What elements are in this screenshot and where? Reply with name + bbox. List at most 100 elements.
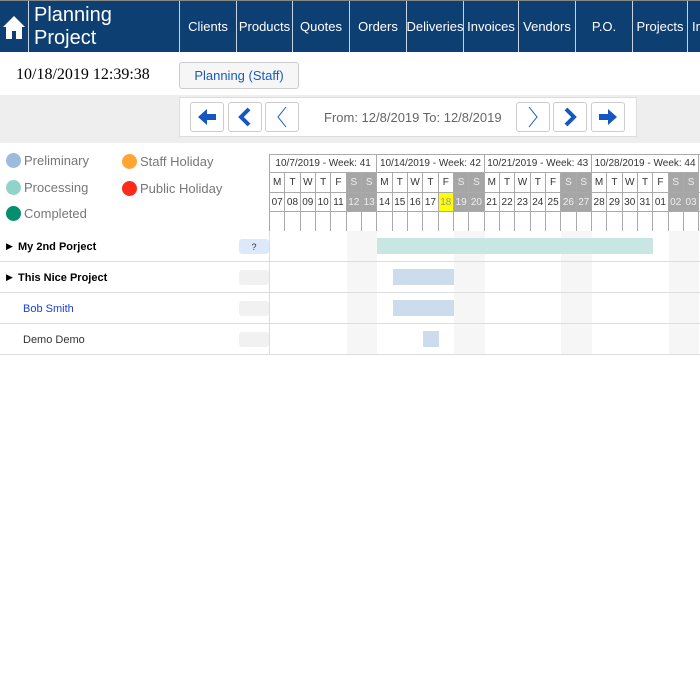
date-cell: 11 xyxy=(331,193,347,212)
date-cell: 24 xyxy=(530,193,546,212)
date-cell: 13 xyxy=(361,193,378,212)
row-label[interactable]: This Nice Project xyxy=(18,262,107,293)
date-range: From: 12/8/2019 To: 12/8/2019 xyxy=(324,110,502,125)
back-week-button[interactable] xyxy=(228,102,262,132)
date-cell: 01 xyxy=(653,193,669,212)
expand-triangle-icon[interactable]: ▶ xyxy=(6,262,13,293)
day-letter: S xyxy=(346,173,362,193)
planning-row: Bob Smith xyxy=(0,293,700,324)
back-day-button[interactable] xyxy=(265,102,299,132)
top-nav: Planning Project Clients Products Quotes Or… xyxy=(0,0,700,52)
date-cell: 30 xyxy=(622,193,638,212)
date-cell: 27 xyxy=(576,193,592,212)
today-date: 18 xyxy=(438,193,454,212)
day-letter: T xyxy=(637,173,654,193)
blank-cell xyxy=(531,212,546,231)
blank-cell xyxy=(347,212,362,231)
day-letter: S xyxy=(361,173,378,193)
nav-orders[interactable]: Orders xyxy=(349,1,406,52)
week-header: 10/14/2019 - Week: 42 xyxy=(377,155,485,173)
planning-row: Demo Demo xyxy=(0,324,700,355)
row-tag[interactable] xyxy=(239,301,269,316)
row-tag[interactable]: ? xyxy=(239,239,269,254)
date-cell: 21 xyxy=(484,193,500,212)
blank-cell xyxy=(515,212,531,231)
date-cell: 22 xyxy=(499,193,516,212)
blank-cell xyxy=(377,212,393,231)
date-navigator: From: 12/8/2019 To: 12/8/2019 xyxy=(179,97,637,137)
legend-item: Completed xyxy=(6,206,87,221)
expand-triangle-icon[interactable]: ▶ xyxy=(6,231,13,262)
clock: 10/18/2019 12:39:38 xyxy=(16,66,150,83)
row-label[interactable]: Bob Smith xyxy=(6,293,74,324)
day-letter: S xyxy=(453,173,470,193)
nav-quotes[interactable]: Quotes xyxy=(292,1,349,52)
legend-dot xyxy=(6,206,21,221)
nav-projects[interactable]: Projects xyxy=(632,1,687,52)
row-label[interactable]: Demo Demo xyxy=(6,324,85,355)
row-tag[interactable] xyxy=(239,332,269,347)
back-far-button[interactable] xyxy=(190,102,224,132)
date-cell: 26 xyxy=(561,193,577,212)
blank-cell xyxy=(408,212,424,231)
day-letter: M xyxy=(591,173,608,193)
planning-staff-button[interactable]: Planning (Staff) xyxy=(179,62,299,89)
date-cell: 29 xyxy=(607,193,623,212)
blank-cell xyxy=(500,212,516,231)
date-cell: 14 xyxy=(377,193,393,212)
planning-row: ▶ This Nice Project xyxy=(0,262,700,293)
legend-dot xyxy=(6,153,21,168)
nav-clients[interactable]: Clients xyxy=(179,1,236,52)
blank-cell xyxy=(423,212,439,231)
day-letter: M xyxy=(270,173,286,193)
chevron-left-thin-icon xyxy=(277,106,287,128)
day-letter: M xyxy=(377,173,393,193)
legend-label: Preliminary xyxy=(24,153,90,168)
nav-deliveries[interactable]: Deliveries xyxy=(406,1,463,52)
arrow-left-icon xyxy=(198,109,216,125)
date-cell: 03 xyxy=(683,193,700,212)
day-letter: W xyxy=(515,173,531,193)
row-tag[interactable] xyxy=(239,270,269,285)
legend-item: Public Holiday xyxy=(122,181,222,196)
legend-dot xyxy=(122,154,137,169)
forward-week-button[interactable] xyxy=(553,102,587,132)
app-title[interactable]: Planning Project xyxy=(28,1,179,52)
blank-cell xyxy=(439,212,454,231)
blank-cell xyxy=(469,212,485,231)
arrow-right-icon xyxy=(599,109,617,125)
date-cell: 28 xyxy=(591,193,608,212)
row-label[interactable]: My 2nd Porject xyxy=(18,231,96,262)
day-letter: S xyxy=(561,173,577,193)
blank-cell xyxy=(577,212,592,231)
date-cell: 10 xyxy=(315,193,332,212)
legend-dot xyxy=(6,180,21,195)
date-cell: 23 xyxy=(515,193,531,212)
blank-cell xyxy=(592,212,608,231)
day-letter: T xyxy=(392,173,408,193)
date-cell: 19 xyxy=(453,193,470,212)
date-cell: 07 xyxy=(270,193,286,212)
forward-far-button[interactable] xyxy=(591,102,625,132)
home-icon[interactable] xyxy=(0,1,28,52)
forward-day-button[interactable] xyxy=(516,102,550,132)
nav-po[interactable]: P.O. xyxy=(575,1,632,52)
week-header: 10/7/2019 - Week: 41 xyxy=(270,155,378,173)
nav-invoices[interactable]: Invoices xyxy=(463,1,518,52)
day-letter: M xyxy=(484,173,500,193)
nav-vendors[interactable]: Vendors xyxy=(518,1,575,52)
blank-cell xyxy=(607,212,623,231)
nav-products[interactable]: Products xyxy=(236,1,292,52)
blank-cell xyxy=(653,212,669,231)
date-cell: 15 xyxy=(392,193,408,212)
day-letter: W xyxy=(622,173,638,193)
blank-cell xyxy=(331,212,347,231)
blank-cell xyxy=(285,212,301,231)
day-letter: F xyxy=(545,173,562,193)
blank-cell xyxy=(393,212,408,231)
day-letter: T xyxy=(285,173,301,193)
day-letter: W xyxy=(300,173,316,193)
nav-in[interactable]: In xyxy=(687,1,700,52)
legend-label: Processing xyxy=(24,180,89,195)
date-cell: 12 xyxy=(346,193,362,212)
